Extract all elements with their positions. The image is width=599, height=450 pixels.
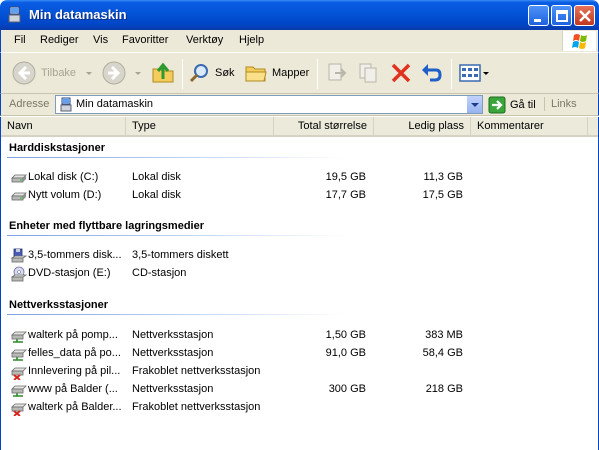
- title-bar[interactable]: Min datamaskin: [0, 0, 599, 30]
- dvd-drive-icon: [11, 266, 27, 282]
- column-header-bar: Navn Type Total størrelse Ledig plass Ko…: [1, 117, 598, 137]
- windows-logo-icon: [562, 31, 596, 51]
- folders-button[interactable]: Mapper: [244, 53, 309, 93]
- column-type[interactable]: Type: [126, 117, 274, 135]
- disconnected-network-drive-icon: [11, 367, 27, 380]
- list-item[interactable]: Lokal disk (C:) Lokal disk 19,5 GB 11,3 …: [1, 169, 598, 187]
- disconnected-network-drive-icon: [11, 403, 27, 416]
- forward-button[interactable]: [101, 53, 143, 93]
- menu-favorites[interactable]: Favoritter: [122, 34, 168, 46]
- menu-edit[interactable]: Rediger: [40, 34, 79, 46]
- back-button[interactable]: Tilbake: [11, 53, 94, 93]
- my-computer-icon: [8, 6, 21, 23]
- list-item[interactable]: Nytt volum (D:) Lokal disk 17,7 GB 17,5 …: [1, 187, 598, 205]
- floppy-drive-icon: [11, 248, 27, 263]
- maximize-button[interactable]: [551, 5, 572, 26]
- move-to-icon: [328, 63, 347, 81]
- address-value: Min datamaskin: [76, 98, 154, 110]
- move-to-button[interactable]: [325, 53, 349, 93]
- chevron-down-icon: [471, 103, 479, 107]
- column-name[interactable]: Navn: [1, 117, 126, 135]
- list-item[interactable]: DVD-stasjon (E:) CD-stasjon: [1, 265, 598, 283]
- undo-icon: [422, 64, 442, 82]
- network-drive-icon: [11, 331, 27, 343]
- address-dropdown-button[interactable]: [466, 96, 482, 113]
- group-header: Enheter med flyttbare lagringsmedier: [9, 220, 204, 232]
- toolbar: Tilbake Søk Mapper: [0, 52, 599, 94]
- up-folder-icon: [152, 62, 174, 83]
- list-item[interactable]: Innlevering på pil... Frakoblet nettverk…: [1, 363, 598, 381]
- group-header: Harddiskstasjoner: [9, 142, 105, 154]
- group-divider: [7, 314, 347, 315]
- views-button[interactable]: [458, 53, 490, 93]
- network-drive-icon: [11, 385, 27, 397]
- group-header: Nettverksstasjoner: [9, 299, 109, 311]
- delete-button[interactable]: [389, 53, 413, 93]
- my-computer-icon: [60, 97, 72, 112]
- views-dropdown-icon[interactable]: [482, 68, 490, 78]
- forward-arrow-icon: [102, 61, 126, 85]
- menu-help[interactable]: Hjelp: [239, 34, 264, 46]
- forward-dropdown-icon[interactable]: [133, 68, 143, 78]
- list-item[interactable]: www på Balder (... Nettverksstasjon 300 …: [1, 381, 598, 399]
- search-button[interactable]: Søk: [189, 53, 235, 93]
- back-arrow-icon: [12, 61, 36, 85]
- menu-bar: Fil Rediger Vis Favoritter Verktøy Hjelp: [0, 30, 599, 52]
- list-item[interactable]: walterk på pomp... Nettverksstasjon 1,50…: [1, 327, 598, 345]
- list-item[interactable]: felles_data på po... Nettverksstasjon 91…: [1, 345, 598, 363]
- views-icon: [459, 64, 481, 82]
- back-dropdown-icon[interactable]: [84, 68, 94, 78]
- go-button[interactable]: Gå til: [488, 95, 536, 114]
- close-button[interactable]: [574, 5, 595, 26]
- group-divider: [7, 157, 347, 158]
- list-item[interactable]: 3,5-tommers disk... 3,5-tommers diskett: [1, 247, 598, 265]
- undo-button[interactable]: [419, 53, 443, 93]
- column-total-size[interactable]: Total størrelse: [274, 117, 374, 135]
- column-free-space[interactable]: Ledig plass: [374, 117, 471, 135]
- address-bar: Adresse Min datamaskin Gå til Links: [0, 94, 599, 116]
- copy-to-button[interactable]: [357, 53, 381, 93]
- column-comments[interactable]: Kommentarer: [471, 117, 588, 135]
- search-icon: [189, 64, 208, 83]
- up-folder-button[interactable]: [151, 53, 175, 93]
- list-item[interactable]: walterk på Balder... Frakoblet nettverks…: [1, 399, 598, 417]
- address-label: Adresse: [9, 98, 50, 110]
- window-title: Min datamaskin: [29, 7, 127, 22]
- file-list-view: Navn Type Total størrelse Ledig plass Ko…: [0, 117, 599, 450]
- copy-to-icon: [359, 63, 377, 83]
- minimize-button[interactable]: [528, 5, 549, 26]
- hard-drive-icon: [11, 174, 27, 183]
- go-arrow-icon: [488, 96, 506, 113]
- folders-icon: [245, 66, 267, 82]
- delete-icon: [391, 63, 411, 83]
- hard-drive-icon: [11, 192, 27, 201]
- menu-tools[interactable]: Verktøy: [186, 34, 223, 46]
- group-divider: [7, 235, 347, 236]
- menu-view[interactable]: Vis: [93, 34, 108, 46]
- network-drive-icon: [11, 349, 27, 361]
- address-field[interactable]: Min datamaskin: [55, 95, 483, 114]
- menu-file[interactable]: Fil: [14, 34, 26, 46]
- links-toolbar[interactable]: Links: [544, 97, 577, 111]
